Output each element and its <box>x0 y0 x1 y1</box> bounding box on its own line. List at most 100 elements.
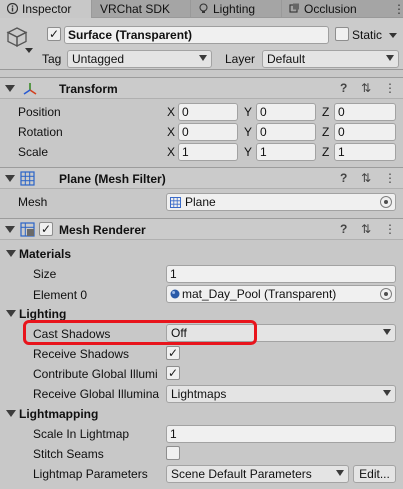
presets-icon[interactable]: ⇅ <box>361 171 371 185</box>
receive-shadows-label: Receive Shadows <box>33 347 130 361</box>
tag-label: Tag <box>42 52 62 66</box>
position-y-field[interactable]: 0 <box>256 103 316 121</box>
scale-label: Scale <box>18 145 49 159</box>
layer-label: Layer <box>225 52 256 66</box>
lightmapping-section-label[interactable]: Lightmapping <box>19 406 98 422</box>
chevron-down-icon <box>383 329 391 335</box>
tab-vrchat-sdk[interactable]: VRChat SDK <box>93 0 189 18</box>
chevron-down-icon <box>386 55 394 61</box>
bulb-icon <box>199 3 208 13</box>
axis-z-label: Z <box>322 105 330 119</box>
lighting-foldout-icon[interactable] <box>6 310 16 317</box>
mesh-renderer-header[interactable]: ✓ Mesh Renderer ? ⇅ ⋮ <box>0 218 403 240</box>
help-icon[interactable]: ? <box>340 171 347 185</box>
layer-value: Default <box>267 52 306 66</box>
stitch-seams-checkbox[interactable] <box>166 446 180 460</box>
element0-material-field[interactable]: mat_Day_Pool (Transparent) <box>166 285 396 303</box>
active-checkbox[interactable]: ✓ <box>47 27 61 41</box>
tab-inspector[interactable]: Inspector <box>0 0 92 18</box>
lightmap-params-dropdown[interactable]: Scene Default Parameters <box>166 465 349 483</box>
foldout-arrow-icon[interactable] <box>5 85 15 92</box>
gameobject-cube-icon <box>6 27 28 48</box>
axis-z-label: Z <box>322 125 330 139</box>
mesh-renderer-icon <box>20 222 35 237</box>
receive-gi-label: Receive Global Illumina <box>33 387 160 401</box>
contribute-gi-label: Contribute Global Illumi <box>33 367 158 381</box>
materials-foldout-icon[interactable] <box>6 250 16 257</box>
mesh-filter-title: Plane (Mesh Filter) <box>59 172 166 186</box>
axis-x-label: X <box>167 145 176 159</box>
help-icon[interactable]: ? <box>340 81 347 95</box>
scale-x-field[interactable]: 1 <box>178 143 238 161</box>
receive-gi-dropdown[interactable]: Lightmaps <box>166 385 396 403</box>
layer-dropdown[interactable]: Default <box>262 50 399 68</box>
chevron-down-icon <box>199 55 207 61</box>
mesh-renderer-title: Mesh Renderer <box>59 223 146 237</box>
mesh-grid-icon <box>170 197 181 208</box>
rotation-label: Rotation <box>18 125 63 139</box>
static-dropdown-arrow-icon[interactable] <box>389 33 397 38</box>
material-sphere-icon <box>170 289 180 299</box>
transform-title: Transform <box>59 82 118 96</box>
cast-shadows-highlight <box>23 320 257 345</box>
lightmap-params-value: Scene Default Parameters <box>171 467 312 481</box>
mesh-filter-header[interactable]: Plane (Mesh Filter) ? ⇅ ⋮ <box>0 167 403 189</box>
presets-icon[interactable]: ⇅ <box>361 81 371 95</box>
presets-icon[interactable]: ⇅ <box>361 222 371 236</box>
tab-menu-icon[interactable]: ⋮ <box>393 2 403 16</box>
tab-occlusion[interactable]: Occlusion <box>282 0 382 18</box>
chevron-down-icon <box>336 470 344 476</box>
stitch-seams-label: Stitch Seams <box>33 447 104 461</box>
object-name-input[interactable]: Surface (Transparent) <box>64 26 329 44</box>
mesh-renderer-enabled-checkbox[interactable]: ✓ <box>39 222 53 236</box>
materials-size-field[interactable]: 1 <box>166 265 396 283</box>
position-label: Position <box>18 105 61 119</box>
scale-z-field[interactable]: 1 <box>334 143 396 161</box>
help-icon[interactable]: ? <box>340 222 347 236</box>
object-picker-icon[interactable] <box>380 288 392 300</box>
contribute-gi-checkbox[interactable]: ✓ <box>166 366 180 380</box>
lightmapping-foldout-icon[interactable] <box>6 410 16 417</box>
tab-occlusion-label: Occlusion <box>304 2 357 16</box>
transform-header[interactable]: Transform ? ⇅ ⋮ <box>0 77 403 99</box>
scale-y-field[interactable]: 1 <box>256 143 316 161</box>
tab-inspector-label: Inspector <box>22 2 72 16</box>
scale-in-lightmap-label: Scale In Lightmap <box>33 427 130 441</box>
info-icon <box>7 3 18 14</box>
tab-vrchat-sdk-label: VRChat SDK <box>100 2 171 16</box>
foldout-arrow-icon[interactable] <box>5 175 15 182</box>
rotation-y-field[interactable]: 0 <box>256 123 316 141</box>
tab-lighting[interactable]: Lighting <box>191 0 281 18</box>
static-checkbox[interactable] <box>335 27 349 41</box>
receive-shadows-checkbox[interactable]: ✓ <box>166 346 180 360</box>
lightmap-params-label: Lightmap Parameters <box>33 467 148 481</box>
axis-z-label: Z <box>322 145 330 159</box>
axis-y-label: Y <box>244 125 253 139</box>
axis-y-label: Y <box>244 105 253 119</box>
position-x-field[interactable]: 0 <box>178 103 238 121</box>
icon-dropdown-arrow-icon[interactable] <box>25 48 33 53</box>
mesh-label: Mesh <box>18 195 48 209</box>
component-menu-icon[interactable]: ⋮ <box>384 171 396 185</box>
tag-dropdown[interactable]: Untagged <box>67 50 212 68</box>
component-menu-icon[interactable]: ⋮ <box>384 81 396 95</box>
component-menu-icon[interactable]: ⋮ <box>384 222 396 236</box>
rotation-z-field[interactable]: 0 <box>334 123 396 141</box>
tab-bar: Inspector VRChat SDK Lighting Occlusion … <box>0 0 403 18</box>
mesh-object-field[interactable]: Plane <box>166 193 396 211</box>
occlusion-icon <box>289 3 299 13</box>
receive-gi-value: Lightmaps <box>171 387 227 401</box>
axis-y-label: Y <box>244 145 253 159</box>
static-label: Static <box>352 28 383 42</box>
mesh-value: Plane <box>185 195 216 209</box>
rotation-x-field[interactable]: 0 <box>178 123 238 141</box>
element0-label: Element 0 <box>33 288 88 302</box>
element0-value: mat_Day_Pool (Transparent) <box>182 287 337 301</box>
scale-in-lightmap-field[interactable]: 1 <box>166 425 396 443</box>
object-picker-icon[interactable] <box>380 196 392 208</box>
foldout-arrow-icon[interactable] <box>5 226 15 233</box>
mesh-grid-icon <box>20 171 35 186</box>
edit-lightmap-params-button[interactable]: Edit... <box>353 465 396 483</box>
position-z-field[interactable]: 0 <box>334 103 396 121</box>
materials-section-label[interactable]: Materials <box>19 246 71 262</box>
